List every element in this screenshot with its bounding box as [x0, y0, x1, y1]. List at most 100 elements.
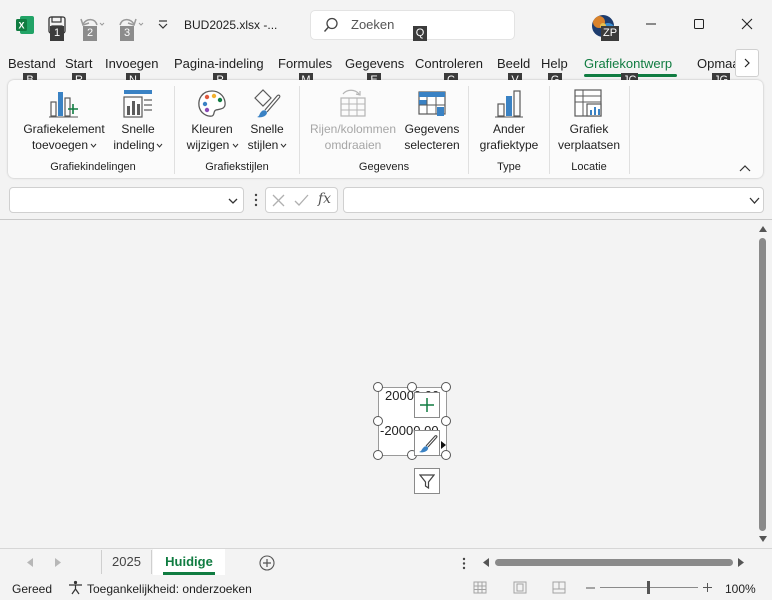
minimize-icon[interactable] [645, 18, 657, 30]
file-name: BUD2025.xlsx -... [184, 18, 278, 32]
switch-row-column-label-1: Rijen/kolommen [309, 122, 397, 136]
ribbon-separator [549, 86, 550, 174]
insert-function-button[interactable]: fx [318, 191, 331, 207]
change-chart-type-icon [495, 90, 523, 118]
add-chart-element-label-1: Grafiekelement [23, 122, 105, 136]
collapse-ribbon-icon[interactable] [739, 164, 751, 172]
chevron-right-icon [744, 58, 750, 68]
quick-styles-button[interactable]: Snelle stijlen [242, 86, 292, 156]
status-accessibility[interactable]: Toegankelijkheid: onderzoeken [87, 582, 252, 596]
select-data-label-2: selecteren [404, 138, 460, 152]
chevron-down-icon [90, 143, 97, 148]
search-icon [323, 17, 338, 32]
switch-row-column-button[interactable]: Rijen/kolommen omdraaien [306, 86, 400, 156]
add-sheet-icon[interactable] [259, 555, 275, 571]
formula-input[interactable] [343, 187, 764, 213]
resize-handle[interactable] [373, 416, 383, 426]
svg-text:X: X [18, 21, 24, 31]
chevron-down-icon [232, 143, 239, 148]
resize-handle[interactable] [441, 382, 451, 392]
divider [0, 219, 772, 220]
tab-controleren[interactable]: Controleren [415, 56, 483, 71]
group-label-styles: Grafiekstijlen [205, 161, 269, 173]
page-layout-view-icon[interactable] [513, 581, 527, 594]
quick-layout-icon [123, 90, 152, 118]
zoom-in-icon[interactable] [703, 583, 712, 592]
chart-elements-button[interactable] [414, 392, 440, 418]
tab-beeld[interactable]: Beeld [497, 56, 530, 71]
tab-grafiekontwerp[interactable]: Grafiekontwerp [584, 56, 672, 71]
select-data-button[interactable]: Gegevens selecteren [402, 86, 462, 156]
scroll-right-icon[interactable] [738, 558, 745, 567]
group-label-data: Gegevens [358, 161, 410, 173]
move-chart-icon [574, 89, 602, 117]
change-chart-type-label-2: grafiektype [479, 138, 539, 152]
tab-formules[interactable]: Formules [278, 56, 332, 71]
tab-start[interactable]: Start [65, 56, 92, 71]
sheet-tab-2025[interactable]: 2025 [101, 550, 152, 574]
tab-help[interactable]: Help [541, 56, 568, 71]
chevron-down-icon [156, 143, 163, 148]
add-chart-element-label-2: toevoegen [31, 138, 89, 152]
ribbon-separator [468, 86, 469, 174]
select-data-label-1: Gegevens [404, 122, 460, 136]
switch-row-column-icon [340, 89, 366, 117]
tab-invoegen[interactable]: Invoegen [105, 56, 159, 71]
horizontal-scroll-thumb[interactable] [495, 559, 733, 566]
brush-icon [419, 435, 438, 453]
status-ready: Gereed [12, 582, 53, 596]
chart-filters-button[interactable] [414, 468, 440, 494]
scroll-tabs-right-icon[interactable] [55, 558, 62, 567]
scroll-down-icon[interactable] [759, 536, 767, 542]
change-chart-type-button[interactable]: Ander grafiektype [474, 86, 544, 156]
zoom-slider-thumb[interactable] [647, 581, 650, 594]
scroll-left-icon[interactable] [483, 558, 490, 567]
vertical-scrollbar[interactable] [756, 221, 770, 548]
tab-gegevens[interactable]: Gegevens [345, 56, 404, 71]
more-options-icon[interactable] [254, 193, 258, 207]
quick-layout-button[interactable]: Snelle indeling [110, 86, 166, 156]
cancel-icon[interactable] [272, 194, 285, 207]
title-bar: X 1 2 3 BUD2025.xlsx -... Zoeken Q ZP [0, 0, 772, 50]
resize-handle[interactable] [373, 382, 383, 392]
group-label-layouts: Grafiekindelingen [50, 161, 136, 173]
scroll-tabs-left-icon[interactable] [27, 558, 34, 567]
name-box[interactable] [9, 187, 244, 213]
maximize-icon[interactable] [693, 18, 705, 30]
move-chart-label-1: Grafiek [569, 122, 609, 136]
change-colors-label-2: wijzigen [186, 138, 230, 152]
tab-opmaak[interactable]: Opmaak [697, 56, 735, 71]
group-label-type: Type [497, 161, 521, 173]
add-chart-element-icon [49, 92, 78, 118]
normal-view-icon[interactable] [473, 581, 487, 594]
vertical-scroll-thumb[interactable] [759, 238, 766, 531]
resize-handle[interactable] [441, 450, 451, 460]
customize-toolbar-icon[interactable] [157, 19, 169, 31]
resize-handle[interactable] [373, 450, 383, 460]
close-icon[interactable] [741, 18, 753, 30]
tabs-scroll-right-button[interactable] [735, 49, 759, 77]
chart-styles-button[interactable] [414, 430, 440, 456]
search-placeholder: Zoeken [351, 17, 395, 32]
tab-pagina-indeling[interactable]: Pagina-indeling [174, 56, 264, 71]
scroll-up-icon[interactable] [759, 226, 767, 232]
change-colors-button[interactable]: Kleuren wijzigen [182, 86, 242, 156]
expand-formula-bar-icon[interactable] [749, 197, 760, 205]
move-chart-button[interactable]: Grafiek verplaatsen [554, 86, 624, 156]
resize-handle[interactable] [441, 416, 451, 426]
add-chart-element-button[interactable]: Grafiekelement toevoegen [20, 86, 108, 156]
resize-handle[interactable] [407, 382, 417, 392]
tab-bestand[interactable]: Bestand [8, 56, 56, 71]
accessibility-icon[interactable] [68, 580, 83, 595]
filter-icon [419, 474, 435, 489]
ribbon-separator [629, 86, 630, 174]
page-break-view-icon[interactable] [552, 581, 566, 594]
zoom-out-icon[interactable] [586, 587, 595, 589]
more-options-icon[interactable] [462, 557, 466, 570]
active-sheet-indicator [163, 572, 215, 575]
zoom-level[interactable]: 100% [725, 582, 756, 596]
keytip-redo: 3 [120, 26, 134, 41]
formula-actions: fx [265, 187, 338, 213]
select-data-icon [418, 91, 446, 116]
enter-icon[interactable] [294, 194, 309, 207]
